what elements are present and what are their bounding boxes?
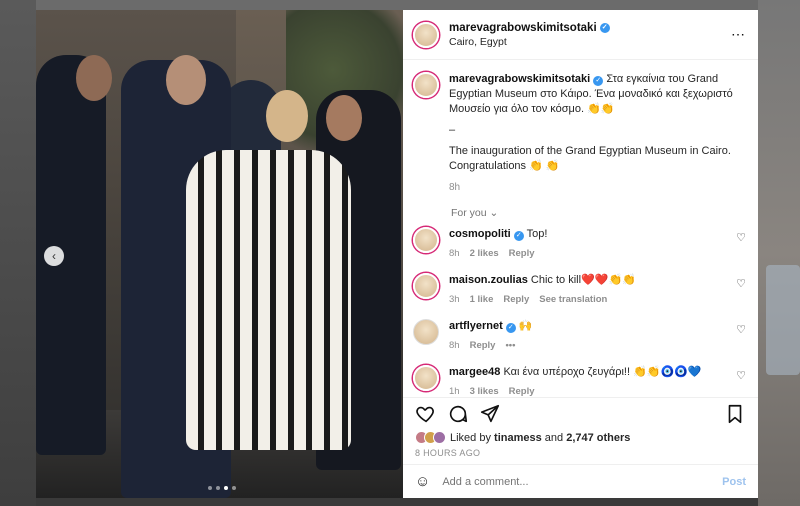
share-send-icon[interactable] [479,403,501,425]
comment-username[interactable]: margee48 [449,366,500,378]
heart-icon[interactable]: ♡ [736,231,746,244]
carousel-dot-active [224,486,228,490]
comment-text: Και ένα υπέροχο ζευγάρι!! 👏👏🧿🧿💙 [503,366,702,378]
backdrop-bottom [36,498,758,506]
likes-summary[interactable]: Liked by tinamess and 2,747 others [403,429,758,446]
liker-avatar [433,431,446,444]
heart-icon[interactable]: ♡ [736,323,746,336]
backdrop-left [0,0,36,506]
likes-user[interactable]: tinamess [494,432,542,444]
carousel-dot [208,486,212,490]
likes-middle: and [541,431,567,444]
post-comment-button[interactable]: Post [722,476,746,488]
comment-text: 🙌 [518,320,533,332]
caption-time: 8h [449,182,461,193]
comment-reply-button[interactable]: Reply [470,338,496,353]
commenter-avatar[interactable] [413,273,439,299]
backdrop-right [758,0,800,506]
post-photo: ‹ [36,10,403,498]
comment-item: artflyernet ✓ 🙌 8h Reply ••• ♡ [413,319,746,353]
post-panel: marevagrabowskimitsotaki ✓ Cairo, Egypt … [403,10,758,498]
comment-item: maison.zoulias Chic to kill❤️❤️👏👏 3h 1 l… [413,273,746,307]
comment-likes[interactable]: 1 like [470,292,494,307]
comment-input[interactable] [442,475,723,488]
action-bar [403,397,758,429]
heart-icon[interactable]: ♡ [736,369,746,382]
carousel-prev-button[interactable]: ‹ [44,246,64,266]
comment-username[interactable]: cosmopoliti [449,228,511,240]
commenter-avatar[interactable] [413,227,439,253]
post-modal: ‹ marevagrabowskimitsotaki ✓ Cairo, Egyp… [36,10,758,498]
more-options-button[interactable]: ⋯ [731,26,746,43]
verified-icon: ✓ [513,231,524,241]
comment-likes[interactable]: 2 likes [470,246,499,261]
comment-time: 1h [449,386,460,397]
comment-bubble-icon[interactable] [447,403,469,425]
author-username[interactable]: marevagrabowskimitsotaki [449,22,597,34]
carousel-dot [232,486,236,490]
posted-time: 8 HOURS AGO [415,448,481,458]
caption-username[interactable]: marevagrabowskimitsotaki [449,73,590,85]
caption-text-english: The inauguration of the Grand Egyptian M… [449,145,731,172]
likes-prefix: Liked by [450,431,495,444]
comment-likes[interactable]: 3 likes [470,384,499,397]
comment-text: Top! [526,228,548,240]
chevron-down-icon: ⌄ [489,207,499,219]
caption-avatar[interactable] [413,72,439,98]
comment-more-button[interactable]: ••• [505,338,515,353]
verified-icon: ✓ [593,76,604,86]
like-heart-icon[interactable] [415,403,437,425]
comment-reply-button[interactable]: Reply [503,292,529,307]
post-location[interactable]: Cairo, Egypt [449,36,731,48]
verified-icon: ✓ [599,22,610,33]
author-avatar[interactable] [413,21,439,48]
see-translation-button[interactable]: See translation [539,292,607,307]
carousel-dot [216,486,220,490]
caption-dash: – [449,124,456,136]
comment-username[interactable]: maison.zoulias [449,274,528,286]
commenter-avatar[interactable] [413,365,439,391]
commenter-avatar[interactable] [413,319,439,345]
comment-time: 3h [449,294,460,305]
caption: marevagrabowskimitsotaki ✓ Στα εγκαίνια … [413,72,746,195]
emoji-icon[interactable]: ☺ [415,473,430,490]
bookmark-icon[interactable] [724,403,746,425]
heart-icon[interactable]: ♡ [736,277,746,290]
for-you-label: For you [451,207,487,219]
likes-count[interactable]: 2,747 others [566,432,630,444]
comment-username[interactable]: artflyernet [449,320,503,332]
comment-reply-button[interactable]: Reply [509,384,535,397]
comment-text: Chic to kill❤️❤️👏👏 [530,274,636,286]
verified-icon: ✓ [505,323,516,333]
comment-time: 8h [449,340,460,351]
comment-reply-button[interactable]: Reply [509,246,535,261]
for-you-toggle[interactable]: For you ⌄ [451,207,746,219]
add-comment-bar: ☺ Post [403,464,758,498]
comment-item: cosmopoliti ✓ Top! 8h 2 likes Reply ♡ [413,227,746,261]
comment-time: 8h [449,248,460,259]
post-header: marevagrabowskimitsotaki ✓ Cairo, Egypt … [403,10,758,60]
comment-item: margee48 Και ένα υπέροχο ζευγάρι!! 👏👏🧿🧿💙… [413,365,746,397]
carousel-dots [208,486,236,490]
comments-section: marevagrabowskimitsotaki ✓ Στα εγκαίνια … [403,60,758,397]
